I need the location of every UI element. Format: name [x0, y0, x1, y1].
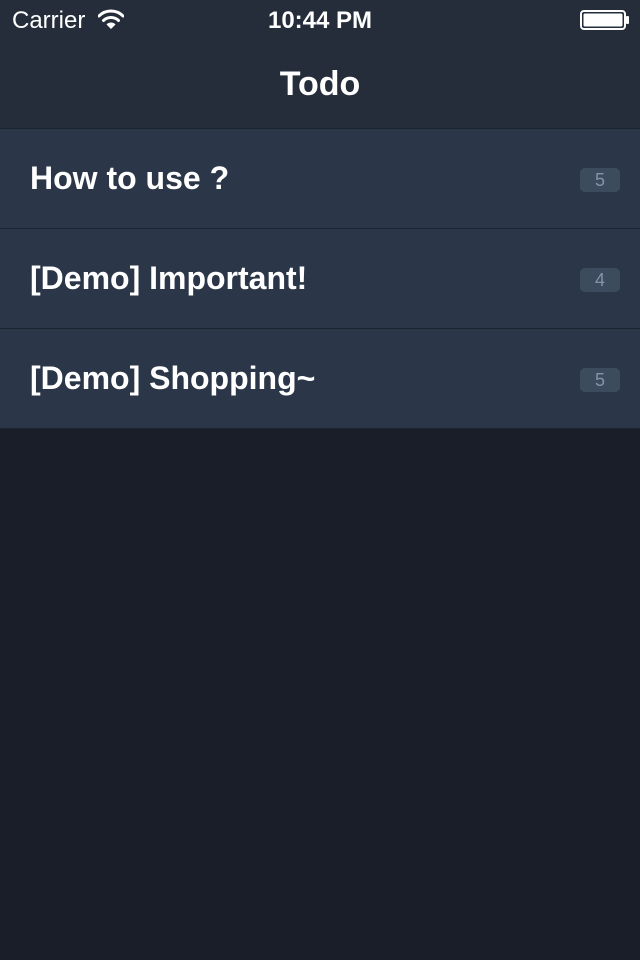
list-item-title: [Demo] Shopping~: [30, 360, 316, 396]
item-count-badge: 5: [580, 168, 620, 192]
battery-full-icon: [580, 10, 629, 30]
navigation-header: Carrier 10:44 PM Todo: [0, 0, 640, 128]
status-bar: Carrier 10:44 PM: [0, 0, 640, 40]
list-item-title: How to use ?: [30, 160, 230, 196]
item-count-badge: 5: [580, 368, 620, 392]
list-item-demo-shopping[interactable]: [Demo] Shopping~ 5: [0, 328, 640, 428]
status-time: 10:44 PM: [267, 7, 373, 34]
list-item-how-to-use[interactable]: How to use ? 5: [0, 128, 640, 228]
item-count-badge: 4: [580, 268, 620, 292]
list-divider: [0, 428, 640, 429]
todo-lists: How to use ? 5 [Demo] Important! 4 [Demo…: [0, 128, 640, 429]
page-title: Todo: [279, 65, 361, 103]
list-item-title: [Demo] Important!: [30, 260, 308, 296]
list-item-demo-important[interactable]: [Demo] Important! 4: [0, 228, 640, 328]
